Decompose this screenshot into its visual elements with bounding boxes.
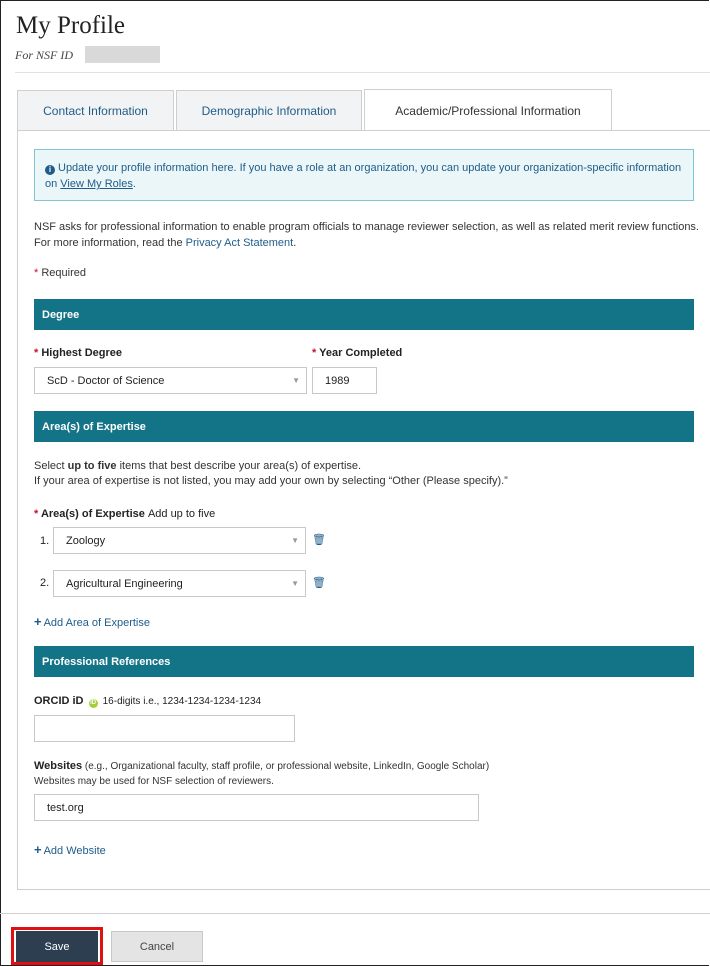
highest-degree-value: ScD - Doctor of Science (47, 374, 165, 387)
info-text-end: . (132, 178, 136, 190)
info-text: Update your profile information here. If… (45, 162, 682, 190)
nsf-id-redacted (85, 46, 160, 63)
website-input[interactable]: test.org (34, 794, 479, 821)
chevron-down-icon: ▼ (292, 376, 300, 385)
save-button[interactable]: Save (16, 931, 98, 962)
trash-icon[interactable]: 🗑 (312, 533, 326, 546)
plus-icon: + (34, 842, 42, 857)
websites-note: Websites may be used for NSF selection o… (34, 776, 274, 787)
websites-label: Websites (e.g., Organizational faculty, … (34, 760, 490, 787)
required-note: * Required (34, 267, 86, 279)
tab-academic-professional-information[interactable]: Academic/Professional Information (364, 89, 612, 131)
plus-icon: + (34, 614, 42, 629)
tab-label: Demographic Information (201, 103, 337, 118)
year-completed-label: * Year Completed (312, 347, 403, 359)
footer-divider (0, 913, 710, 914)
cancel-button[interactable]: Cancel (111, 931, 203, 962)
expertise-select-2[interactable]: Agricultural Engineering ▼ (53, 570, 306, 597)
highest-degree-select[interactable]: ScD - Doctor of Science ▼ (34, 367, 307, 394)
expertise-section-header: Area(s) of Expertise (34, 411, 694, 442)
expertise-description: Select up to five items that best descri… (34, 460, 508, 487)
tab-contact-information[interactable]: Contact Information (17, 90, 174, 130)
website-value: test.org (47, 801, 84, 814)
view-my-roles-link[interactable]: View My Roles (60, 178, 133, 190)
nsf-id-label: For NSF ID (15, 48, 73, 62)
intro-paragraph: NSF asks for professional information to… (34, 219, 699, 251)
expertise-item-number: 2. (40, 577, 50, 589)
tab-label: Academic/Professional Information (395, 103, 581, 118)
divider (15, 72, 710, 73)
page-title: My Profile (16, 12, 126, 39)
required-star: * (34, 267, 39, 279)
intro-text-end: . (293, 237, 297, 249)
info-alert: i Update your profile information here. I… (34, 149, 694, 201)
orcid-input[interactable] (34, 715, 295, 742)
orcid-label: ORCID iD iD 16-digits i.e., 1234-1234-12… (34, 695, 262, 708)
professional-references-section-header: Professional References (34, 646, 694, 677)
expertise-item-number: 1. (40, 535, 50, 547)
intro-text: NSF asks for professional information to… (34, 221, 699, 249)
year-completed-input[interactable]: 1989 (312, 367, 377, 394)
privacy-act-statement-link[interactable]: Privacy Act Statement (186, 237, 294, 249)
chevron-down-icon: ▼ (291, 536, 299, 545)
add-area-of-expertise-link[interactable]: + Add Area of Expertise (34, 614, 150, 629)
highest-degree-label: * Highest Degree (34, 347, 123, 359)
tab-label: Contact Information (43, 103, 148, 118)
degree-section-header: Degree (34, 299, 694, 330)
year-completed-value: 1989 (325, 374, 350, 387)
expertise-value: Agricultural Engineering (66, 577, 183, 590)
trash-icon[interactable]: 🗑 (312, 576, 326, 589)
info-circle-icon: i (45, 165, 55, 175)
orcid-icon: iD (88, 699, 98, 708)
expertise-select-1[interactable]: Zoology ▼ (53, 527, 306, 554)
expertise-value: Zoology (66, 534, 106, 547)
chevron-down-icon: ▼ (291, 579, 299, 588)
add-website-link[interactable]: + Add Website (34, 842, 106, 857)
tab-demographic-information[interactable]: Demographic Information (176, 90, 362, 130)
required-label: Required (41, 267, 86, 279)
expertise-field-label: * Area(s) of Expertise Add up to five (34, 508, 216, 520)
